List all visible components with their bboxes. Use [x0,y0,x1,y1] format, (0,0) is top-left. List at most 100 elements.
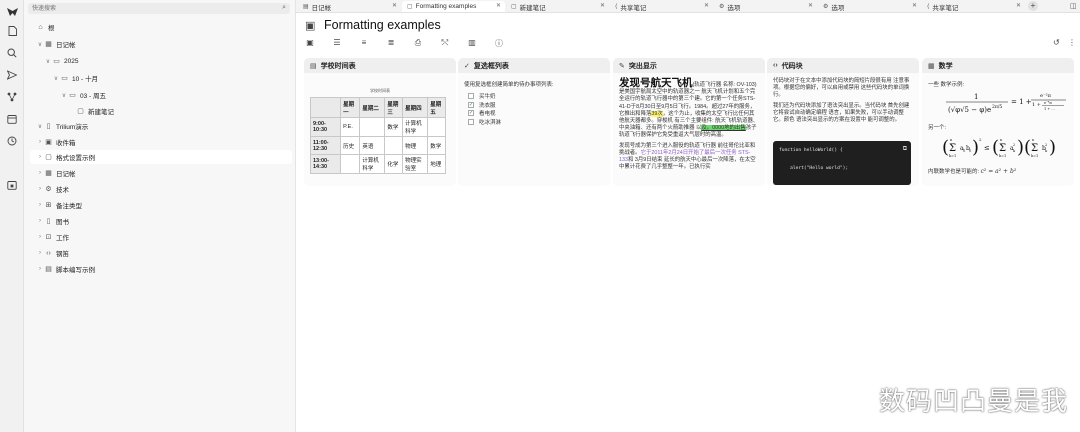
tree-item-journal-demo[interactable]: › ▦ 日记帐 [36,166,76,180]
settings-sliders-icon[interactable]: ☰ [331,38,343,49]
svg-text:n: n [1032,138,1035,142]
close-icon[interactable]: ✕ [1016,2,1021,9]
tree-item-journal[interactable]: ∨ ▦ 日记帐 [36,37,76,51]
tab-shared-notes[interactable]: ⟨ 共享笔记 ✕ [610,1,713,12]
quick-search-input[interactable] [32,4,272,13]
card-header[interactable]: ▦ 数学 [922,58,1074,73]
checklist-item[interactable]: ✓ 洗衣服 [464,101,604,110]
info-icon[interactable]: ⓘ [493,38,505,49]
close-icon[interactable]: ✕ [704,2,709,9]
tree-item-root[interactable]: ⌂ 根 [28,20,54,34]
tree-item-books[interactable]: › ▯ 图书 [36,214,69,228]
chevron-right-icon[interactable]: › [36,139,44,145]
new-note-icon[interactable] [4,23,20,39]
tab-shared-notes-2[interactable]: ⟨ 共享笔记 ✕ [922,1,1025,12]
close-icon[interactable]: ✕ [600,2,605,9]
edit-list-icon[interactable]: ≡ [358,38,370,49]
tab-journal[interactable]: ▤ 日记帐 ✕ [298,1,401,12]
tree-item-work[interactable]: › ⊡ 工作 [36,230,69,244]
checkbox-checked[interactable]: ✓ [468,110,474,117]
history-icon[interactable]: ↺ [1053,38,1060,47]
relation-map-icon[interactable] [4,89,20,105]
tree-item-friday[interactable]: ∨ ▭ 03 - 周五 [60,88,106,102]
svg-text:(√φ√5 − φ)e: (√φ√5 − φ)e [948,106,991,114]
tab-new-note[interactable]: ▢ 新建笔记 ✕ [506,1,609,12]
tab-options[interactable]: ⚙ 选项 ✕ [714,1,817,12]
close-icon[interactable]: ✕ [808,2,813,9]
close-icon[interactable]: ✕ [912,2,917,9]
chevron-right-icon[interactable]: › [36,218,44,224]
card-header[interactable]: ▤ 学校时间表 [304,58,456,73]
tree-item-2025[interactable]: ∨ ▭ 2025 [44,54,79,68]
chevron-down-icon[interactable]: ∨ [44,58,52,65]
today-icon[interactable] [4,177,20,193]
table-cell [359,117,386,137]
send-icon[interactable] [4,67,20,83]
code-block[interactable]: ⧉ function helloWorld() { alert("Hello w… [773,141,911,185]
chevron-right-icon[interactable]: › [36,250,44,256]
checkbox[interactable] [468,118,474,125]
chevron-down-icon[interactable]: ∨ [36,123,44,130]
history-icon[interactable] [4,133,20,149]
tree-item-formatting-examples[interactable]: › ▢ 格式设置示例 [30,150,292,164]
table-row: 11:00-12:30 历史 英语 物理 数学 [309,136,446,155]
checkbox-checked[interactable]: ✓ [468,101,474,108]
new-tab-button[interactable]: + [1028,1,1038,11]
close-icon[interactable]: ✕ [496,2,501,9]
checklist-item[interactable]: 买牛奶 [464,92,604,101]
trilium-logo-icon[interactable] [4,4,20,20]
card-body: 使用复选框创建简单的待办事项列表: 买牛奶 ✓ 洗衣服 ✓ 看电视 吃冰淇淋 [458,73,610,186]
note-title[interactable]: Formatting examples [324,18,441,32]
close-icon[interactable]: ✕ [392,2,397,9]
card-code-blocks[interactable]: ‹› 代码块 代码块对于在文本中添加代码块的简短片段很有用 注意事项。根据您的偏… [767,58,919,186]
math-inline-label: 内联数学也是可能的: [928,169,980,175]
tree-item-scripting[interactable]: › ▤ 脚本编写示例 [36,262,95,276]
card-header[interactable]: ✓ 复选框列表 [458,58,610,73]
gear-icon: ⚙ [45,186,52,193]
tree-item-label: 10 - 十月 [72,76,99,83]
more-menu-icon[interactable]: ⋮ [1068,38,1076,47]
chevron-down-icon[interactable]: ∨ [36,41,44,48]
launcher-bar [0,0,24,432]
note-icon: ▢ [45,154,52,161]
tree-item-trilium-demo[interactable]: ∨ ▯ Trilium演示 [36,119,88,133]
card-timetable[interactable]: ▤ 学校时间表 学校时间表 星期一 星期二 星期三 星期四 星期五 9:00-1… [304,58,456,186]
chevron-right-icon[interactable]: › [36,266,44,272]
tree-item-tech[interactable]: › ⚙ 技术 [36,182,69,196]
chevron-right-icon[interactable]: › [36,202,44,208]
checklist-item[interactable]: 吃冰淇淋 [464,118,604,127]
card-header[interactable]: ✎ 突出显示 [613,58,765,73]
card-checklist[interactable]: ✓ 复选框列表 使用复选框创建简单的待办事项列表: 买牛奶 ✓ 洗衣服 ✓ 看电… [458,58,610,186]
search-icon[interactable]: ⌕ [282,4,286,12]
split-window-icon[interactable]: ◫ [1070,2,1077,10]
tree-item-october[interactable]: ∨ ▭ 10 - 十月 [52,71,98,85]
chevron-right-icon[interactable]: › [36,170,44,176]
tree-item-inbox[interactable]: › ▣ 收件箱 [36,135,76,149]
tree-item-code[interactable]: › ‹› 钢笛 [36,246,69,260]
tab-formatting-examples[interactable]: ▢ Formatting examples ✕ [402,1,505,12]
copy-icon[interactable]: ⧉ [903,145,907,153]
checkbox[interactable] [468,93,474,100]
print-icon[interactable]: ⎙ [412,38,424,49]
chevron-right-icon[interactable]: › [36,234,44,240]
tab-options-2[interactable]: ⚙ 选项 ✕ [818,1,921,12]
calendar-icon[interactable] [4,111,20,127]
card-header[interactable]: ‹› 代码块 [767,58,919,73]
tree-item-note-types[interactable]: › ⊞ 备注类型 [36,198,82,212]
chevron-down-icon[interactable]: ∨ [60,92,68,99]
card-highlights[interactable]: ✎ 突出显示 发现号航天飞机(轨道飞行器 名称: OV-103) 是美国宇航局太… [613,58,765,186]
relation-map-icon[interactable]: ⤲ [439,38,451,49]
tree-item-new-note[interactable]: ▢ 新建笔记 [68,104,114,118]
chevron-right-icon[interactable]: › [36,154,44,160]
quick-search[interactable]: ⌕ [28,3,290,14]
chevron-down-icon[interactable]: ∨ [52,75,60,82]
bar-chart-icon[interactable]: ▥ [466,38,478,49]
search-icon[interactable] [4,45,20,61]
note-info-icon[interactable]: ▣ [304,38,316,49]
note-type-icon[interactable]: ▣ [305,19,315,32]
checklist-item[interactable]: ✓ 看电视 [464,109,604,118]
chevron-right-icon[interactable]: › [36,186,44,192]
list-icon[interactable]: ≣ [385,38,397,49]
card-math[interactable]: ▦ 数学 一些 数学示例: 1 (√φ√5 − φ)e 2π/5 = 1 + e… [922,58,1074,186]
checklist-item-label: 看电视 [479,111,496,118]
